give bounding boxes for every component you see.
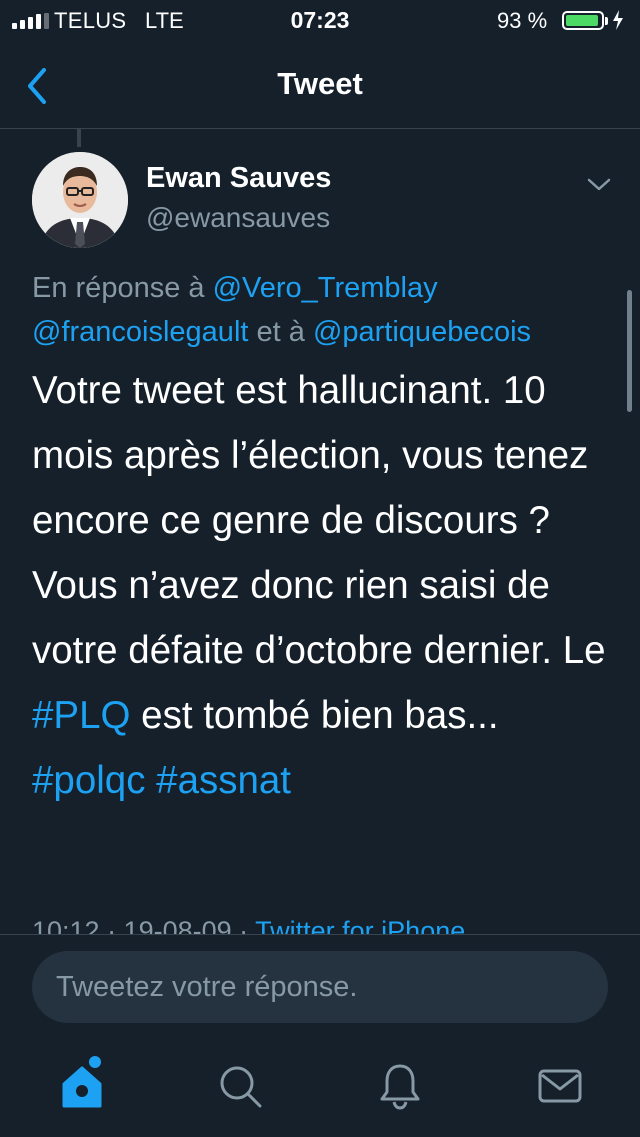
battery-fill [566, 15, 598, 26]
messages-envelope-icon [538, 1069, 582, 1103]
tweet-text: Votre tweet est hallucinant. 10 mois apr… [32, 358, 617, 813]
tab-search[interactable] [216, 1062, 264, 1110]
chevron-down-icon [587, 178, 611, 191]
navigation-bar: Tweet [0, 40, 640, 129]
hashtag-link[interactable]: #assnat [156, 759, 291, 802]
status-bar: TELUS LTE 07:23 93 % [0, 0, 640, 40]
scrollbar[interactable] [627, 290, 632, 412]
reply-context: En réponse à @Vero_Tremblay @francoislega… [32, 266, 612, 354]
reply-prefix: En réponse à [32, 272, 205, 304]
author-name[interactable]: Ewan Sauves [146, 162, 331, 195]
tweet-text-part: Votre tweet est hallucinant. 10 mois apr… [32, 369, 606, 672]
home-icon [62, 1066, 102, 1108]
hashtag-link[interactable]: #polqc [32, 759, 145, 802]
charging-bolt-icon [613, 10, 623, 30]
hashtag-link[interactable]: #PLQ [32, 694, 130, 737]
reply-input[interactable] [32, 951, 608, 1023]
battery-percent: 93 % [497, 8, 548, 33]
battery-cap [605, 17, 608, 25]
mention-link[interactable]: @partiquebecois [313, 316, 531, 348]
battery-icon [562, 11, 604, 30]
thread-connector-line [77, 129, 81, 147]
tab-home[interactable] [58, 1062, 106, 1110]
page-title: Tweet [277, 66, 363, 101]
notifications-bell-icon [380, 1064, 420, 1110]
reply-joiner: et à [256, 316, 305, 348]
avatar[interactable] [32, 152, 128, 248]
profile-photo [32, 152, 128, 248]
tab-notifications[interactable] [376, 1062, 424, 1110]
unread-dot [89, 1056, 101, 1068]
more-options-button[interactable] [584, 172, 614, 196]
tab-messages[interactable] [536, 1062, 584, 1110]
search-icon [220, 1066, 262, 1108]
mention-link[interactable]: @francoislegault [32, 316, 248, 348]
author-handle[interactable]: @ewansauves [146, 202, 330, 234]
mention-link[interactable]: @Vero_Tremblay [213, 272, 438, 304]
tweet-text-part: est tombé bien bas... [141, 694, 499, 737]
